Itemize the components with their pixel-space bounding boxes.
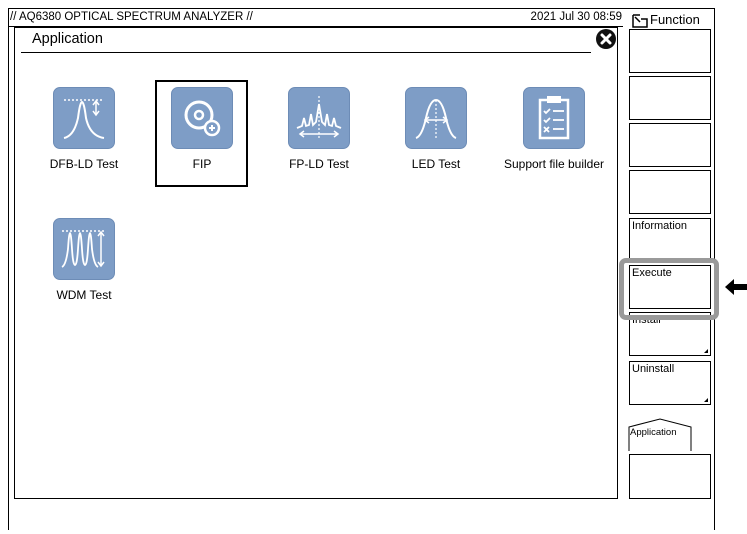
information-button[interactable]: Information [629, 218, 711, 262]
app-label: LED Test [411, 157, 461, 171]
app-label: Support file builder [503, 157, 605, 171]
function-label: Function [650, 12, 700, 27]
uninstall-button[interactable]: Uninstall [629, 361, 711, 405]
app-dfb-ld-test[interactable]: DFB-LD Test [36, 87, 132, 171]
app-label: WDM Test [56, 288, 112, 302]
softkey-label: Information [632, 220, 688, 232]
led-spectrum-icon [405, 87, 467, 149]
datetime: 2021 Jul 30 08:59 [530, 11, 622, 23]
dfb-ld-spectrum-icon [53, 87, 115, 149]
application-tab[interactable]: Application [628, 418, 692, 452]
softkey-label: Uninstall [632, 363, 675, 375]
clipboard-checklist-icon [523, 87, 585, 149]
fp-ld-spectrum-icon [288, 87, 350, 149]
dialog-title: Application [32, 31, 103, 47]
app-label: FP-LD Test [289, 157, 349, 171]
function-icon [632, 14, 648, 28]
arrow-left-icon [724, 278, 747, 296]
instrument-title: // AQ6380 OPTICAL SPECTRUM ANALYZER // [10, 11, 253, 23]
softkey-4[interactable] [629, 170, 711, 214]
function-header: Function [628, 10, 718, 30]
softkey-1[interactable] [629, 29, 711, 73]
app-fip[interactable]: FIP [154, 87, 250, 171]
app-support-file-builder[interactable]: Support file builder [502, 87, 606, 171]
softkey-3[interactable] [629, 123, 711, 167]
app-led-test[interactable]: LED Test [388, 87, 484, 171]
tab-label: Application [630, 427, 677, 438]
app-label: FIP [192, 157, 212, 171]
softkey-bottom[interactable] [629, 454, 711, 499]
dialog-title-divider [21, 52, 591, 53]
softkey-2[interactable] [629, 76, 711, 120]
app-wdm-test[interactable]: WDM Test [36, 218, 132, 302]
close-icon[interactable] [595, 28, 617, 50]
app-fp-ld-test[interactable]: FP-LD Test [271, 87, 367, 171]
execute-highlight-frame [619, 258, 719, 320]
fip-magnifier-icon [171, 87, 233, 149]
wdm-spectrum-icon [53, 218, 115, 280]
app-label: DFB-LD Test [49, 157, 119, 171]
